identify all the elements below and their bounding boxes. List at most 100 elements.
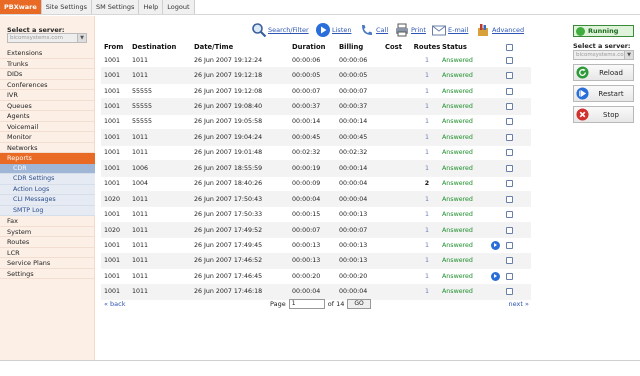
table-row[interactable]: 1001 1011 26 Jun 2007 17:50:33 00:00:15 00:0…: [101, 207, 531, 223]
tab-logout[interactable]: Logout: [163, 0, 195, 14]
cell-routes[interactable]: 1: [412, 72, 442, 79]
col-from[interactable]: From: [101, 43, 132, 51]
sidebar-item-fax[interactable]: Fax: [0, 216, 95, 227]
row-checkbox[interactable]: [505, 149, 513, 157]
sidebar-item-voicemail[interactable]: Voicemail: [0, 122, 95, 132]
row-checkbox[interactable]: [505, 272, 513, 280]
table-row[interactable]: 1001 1011 26 Jun 2007 17:49:45 00:00:13 00:0…: [101, 238, 531, 254]
back-link[interactable]: « back: [104, 300, 126, 308]
col-cost[interactable]: Cost: [385, 43, 412, 51]
call-button[interactable]: Call: [359, 22, 388, 38]
col-status[interactable]: Status: [442, 43, 488, 51]
row-checkbox[interactable]: [505, 164, 513, 172]
sidebar-item-system[interactable]: System: [0, 227, 95, 237]
go-button[interactable]: GO: [347, 299, 371, 309]
table-row[interactable]: 1001 1006 26 Jun 2007 18:55:59 00:00:19 00:0…: [101, 161, 531, 177]
row-checkbox[interactable]: [505, 195, 513, 203]
sidebar-item-conferences[interactable]: Conferences: [0, 80, 95, 90]
sidebar-item-settings[interactable]: Settings: [0, 269, 95, 279]
cell-routes[interactable]: 1: [412, 196, 442, 203]
table-row[interactable]: 1001 55555 26 Jun 2007 19:05:58 00:00:14 00:…: [101, 115, 531, 131]
col-billing[interactable]: Billing: [339, 43, 385, 51]
row-checkbox[interactable]: [505, 133, 513, 141]
restart-button[interactable]: Restart: [573, 85, 634, 102]
sidebar-item-service-plans[interactable]: Service Plans: [0, 258, 95, 269]
row-checkbox[interactable]: [505, 180, 513, 188]
cell-routes[interactable]: 1: [412, 88, 442, 95]
tab-pbxware[interactable]: PBXware: [0, 0, 42, 14]
cell-routes[interactable]: 1: [412, 149, 442, 156]
reload-button[interactable]: Reload: [573, 64, 634, 81]
stop-button[interactable]: Stop: [573, 106, 634, 123]
table-row[interactable]: 1020 1011 26 Jun 2007 17:50:43 00:00:04 00:0…: [101, 191, 531, 208]
col-routes[interactable]: Routes: [412, 43, 442, 51]
row-checkbox[interactable]: [505, 241, 513, 249]
cell-routes[interactable]: 1: [412, 242, 442, 249]
tab-site-settings[interactable]: Site Settings: [41, 0, 92, 14]
sidebar-item-dids[interactable]: DIDs: [0, 69, 95, 80]
submenu-item-action-logs[interactable]: Action Logs: [0, 185, 95, 195]
row-checkbox[interactable]: [505, 257, 513, 265]
sidebar-item-ivr[interactable]: IVR: [0, 90, 95, 101]
chevron-down-icon[interactable]: ▼: [77, 34, 86, 42]
sidebar-item-queues[interactable]: Queues: [0, 101, 95, 111]
select-all-checkbox-cell[interactable]: [502, 43, 516, 51]
table-row[interactable]: 1001 1011 26 Jun 2007 19:12:24 00:00:06 00:0…: [101, 53, 531, 69]
tab-help[interactable]: Help: [139, 0, 164, 14]
table-row[interactable]: 1001 55555 26 Jun 2007 19:08:40 00:00:37 00:…: [101, 99, 531, 115]
submenu-item-smtp-log[interactable]: SMTP Log: [0, 206, 95, 216]
row-checkbox[interactable]: [505, 226, 513, 234]
print-button[interactable]: Print: [394, 22, 426, 38]
row-checkbox[interactable]: [505, 72, 513, 80]
next-link[interactable]: next »: [509, 300, 529, 308]
row-checkbox[interactable]: [505, 87, 513, 95]
email-button[interactable]: E-mail: [431, 22, 468, 38]
cell-routes[interactable]: 1: [412, 288, 442, 295]
tab-sm-settings[interactable]: SM Settings: [91, 0, 140, 14]
table-row[interactable]: 1020 1011 26 Jun 2007 17:49:52 00:00:07 00:0…: [101, 222, 531, 239]
play-icon[interactable]: [490, 240, 500, 250]
cell-routes[interactable]: 1: [412, 273, 442, 280]
cell-routes[interactable]: 1: [412, 165, 442, 172]
submenu-item-cdr[interactable]: CDR: [0, 163, 95, 174]
cell-routes[interactable]: 1: [412, 57, 442, 64]
sidebar-item-monitor[interactable]: Monitor: [0, 132, 95, 143]
table-row[interactable]: 1001 1011 26 Jun 2007 17:46:52 00:00:13 00:0…: [101, 253, 531, 270]
sidebar-item-extensions[interactable]: Extensions: [0, 48, 95, 59]
row-checkbox[interactable]: [505, 211, 513, 219]
advanced-button[interactable]: Advanced: [475, 22, 524, 38]
sidebar-item-agents[interactable]: Agents: [0, 111, 95, 122]
table-row[interactable]: 1001 55555 26 Jun 2007 19:12:08 00:00:07 00:…: [101, 84, 531, 100]
cell-routes[interactable]: 2: [412, 180, 442, 187]
select-all-checkbox[interactable]: [505, 43, 513, 51]
sidebar-item-lcr[interactable]: LCR: [0, 248, 95, 258]
sidebar-item-reports[interactable]: Reports: [0, 153, 95, 164]
submenu-item-cli-messages[interactable]: CLI Messages: [0, 195, 95, 206]
right-server-select[interactable]: bicomsystems.com ▼: [573, 50, 634, 60]
cell-routes[interactable]: 1: [412, 227, 442, 234]
row-checkbox[interactable]: [505, 103, 513, 111]
sidebar-item-trunks[interactable]: Trunks: [0, 59, 95, 69]
search-filter-button[interactable]: Search/Filter: [251, 22, 309, 38]
table-row[interactable]: 1001 1011 26 Jun 2007 19:12:18 00:00:05 00:0…: [101, 68, 531, 84]
cell-routes[interactable]: 1: [412, 257, 442, 264]
sidebar-item-networks[interactable]: Networks: [0, 143, 95, 153]
col-destination[interactable]: Destination: [132, 43, 194, 51]
col-duration[interactable]: Duration: [292, 43, 339, 51]
cell-routes[interactable]: 1: [412, 118, 442, 125]
row-checkbox[interactable]: [505, 118, 513, 126]
row-checkbox[interactable]: [505, 56, 513, 64]
row-checkbox[interactable]: [505, 288, 513, 296]
table-row[interactable]: 1001 1011 26 Jun 2007 17:46:45 00:00:20 00:0…: [101, 269, 531, 285]
cell-routes[interactable]: 1: [412, 211, 442, 218]
cell-routes[interactable]: 1: [412, 103, 442, 110]
sidebar-item-routes[interactable]: Routes: [0, 237, 95, 248]
submenu-item-cdr-settings[interactable]: CDR Settings: [0, 174, 95, 185]
page-input[interactable]: 1: [288, 299, 325, 309]
table-row[interactable]: 1001 1004 26 Jun 2007 18:40:26 00:00:09 00:0…: [101, 177, 531, 192]
cell-routes[interactable]: 1: [412, 134, 442, 141]
table-row[interactable]: 1001 1011 26 Jun 2007 19:01:48 00:02:32 00:0…: [101, 146, 531, 162]
table-row[interactable]: 1001 1011 26 Jun 2007 19:04:24 00:00:45 00:0…: [101, 130, 531, 146]
listen-button[interactable]: Listen: [315, 22, 351, 38]
col-datetime[interactable]: Date/Time: [194, 43, 292, 51]
